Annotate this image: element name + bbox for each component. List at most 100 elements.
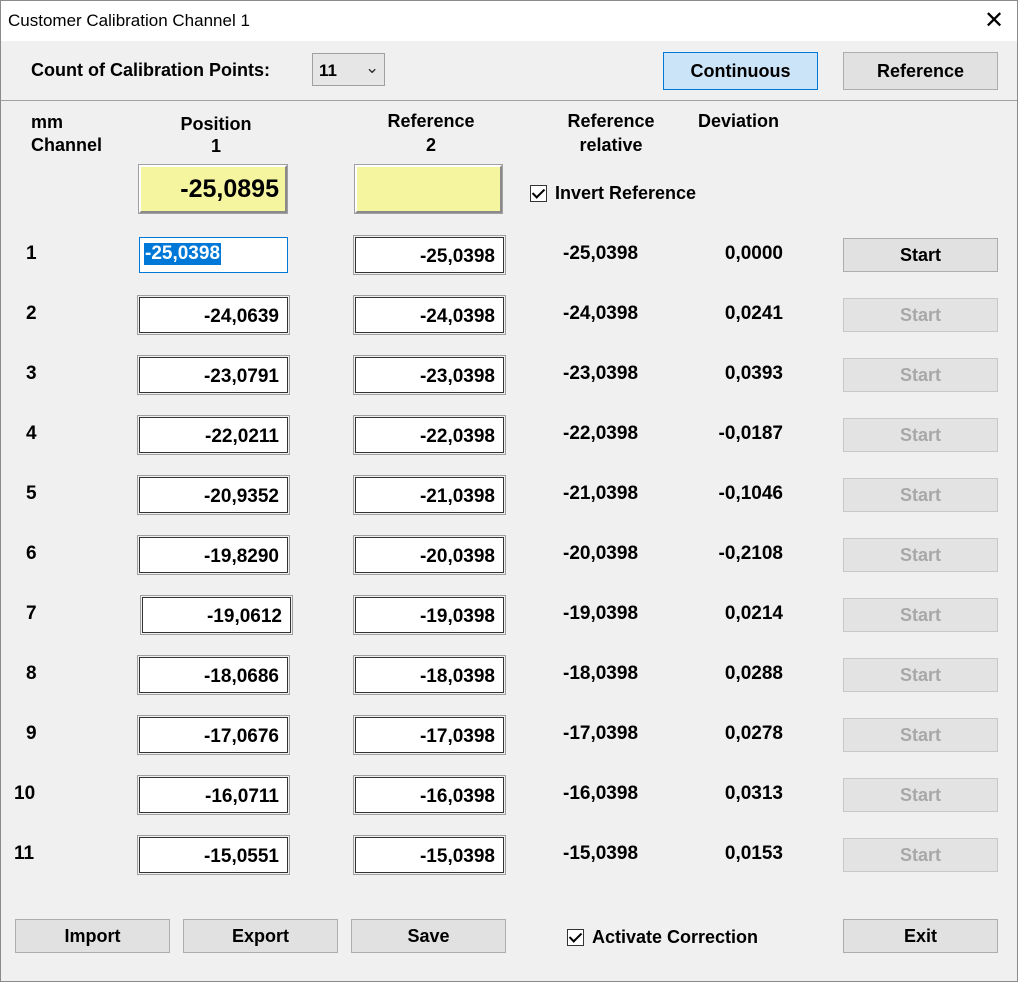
window-title: Customer Calibration Channel 1: [8, 11, 250, 30]
reference-input[interactable]: -17,0398: [353, 715, 506, 755]
reference-relative-value: -25,0398: [563, 243, 639, 264]
position-input[interactable]: -19,0612: [140, 595, 293, 635]
count-label: Count of Calibration Points:: [31, 60, 270, 80]
deviation-value: 0,0393: [724, 363, 783, 384]
reference-value: -16,0398: [419, 786, 495, 807]
header-reference: Reference: [387, 111, 475, 131]
header-position: Position: [180, 114, 252, 134]
header-position-num: 1: [210, 136, 221, 156]
reference-button[interactable]: Reference: [843, 52, 998, 90]
deviation-value: -0,0187: [718, 423, 783, 444]
position-input[interactable]: -18,0686: [137, 655, 290, 695]
position-input[interactable]: -22,0211: [137, 415, 290, 455]
row-channel-number: 9: [26, 723, 37, 744]
position-input[interactable]: -24,0639: [137, 295, 290, 335]
position-value: -20,9352: [203, 486, 279, 507]
exit-button[interactable]: Exit: [843, 919, 998, 953]
position-input[interactable]: -16,0711: [137, 775, 290, 815]
reference-relative-value: -23,0398: [563, 363, 639, 384]
start-button[interactable]: Start: [843, 778, 998, 812]
activate-correction-checkbox[interactable]: [567, 929, 584, 946]
close-icon[interactable]: ✕: [971, 1, 1017, 41]
position-value: -22,0211: [205, 426, 279, 447]
header-mm: mm: [31, 112, 64, 132]
row-channel-number: 1: [26, 243, 37, 264]
reference-relative-value: -19,0398: [563, 603, 639, 624]
chevron-down-icon: ⌄: [365, 58, 380, 77]
row-channel-number: 3: [26, 363, 37, 384]
position-input[interactable]: -19,8290: [137, 535, 290, 575]
divider: [1, 100, 1017, 101]
reference-relative-value: -21,0398: [563, 483, 639, 504]
reference-input[interactable]: -24,0398: [353, 295, 506, 335]
position-input[interactable]: -17,0676: [137, 715, 290, 755]
header-channel: Channel: [31, 135, 103, 155]
calibration-window: Customer Calibration Channel 1 ✕ Count o…: [0, 0, 1018, 982]
header-ref-relative-2: relative: [579, 135, 643, 155]
reference-relative-value: -24,0398: [563, 303, 639, 324]
invert-reference-checkbox[interactable]: [530, 185, 547, 202]
deviation-value: 0,0288: [724, 663, 783, 684]
live-reference-display: [354, 164, 503, 214]
row-channel-number: 7: [26, 603, 37, 624]
reference-value: -20,0398: [419, 546, 495, 567]
count-value: 11: [319, 61, 337, 80]
reference-input[interactable]: -19,0398: [353, 595, 506, 635]
position-value: -18,0686: [203, 666, 279, 687]
position-value: -19,8290: [203, 546, 279, 567]
start-button[interactable]: Start: [843, 538, 998, 572]
start-button[interactable]: Start: [843, 598, 998, 632]
reference-value: -23,0398: [419, 366, 495, 387]
header-deviation: Deviation: [698, 111, 780, 131]
deviation-value: -0,1046: [718, 483, 783, 504]
count-dropdown[interactable]: 11 ⌄: [312, 53, 385, 86]
position-input[interactable]: -23,0791: [137, 355, 290, 395]
reference-input[interactable]: -23,0398: [353, 355, 506, 395]
start-button[interactable]: Start: [843, 418, 998, 452]
deviation-value: 0,0241: [724, 303, 783, 324]
row-channel-number: 8: [26, 663, 37, 684]
row-channel-number: 2: [26, 303, 37, 324]
position-value: -19,0612: [206, 606, 282, 627]
reference-relative-value: -17,0398: [563, 723, 639, 744]
reference-input[interactable]: -25,0398: [353, 235, 506, 275]
position-input[interactable]: -25,0398: [139, 237, 288, 273]
position-value: -25,0398: [144, 243, 222, 265]
position-input[interactable]: -15,0551: [137, 835, 290, 875]
save-button[interactable]: Save: [351, 919, 506, 953]
export-button[interactable]: Export: [183, 919, 338, 953]
start-button[interactable]: Start: [843, 478, 998, 512]
reference-relative-value: -22,0398: [563, 423, 639, 444]
start-button[interactable]: Start: [843, 298, 998, 332]
reference-input[interactable]: -22,0398: [353, 415, 506, 455]
reference-input[interactable]: -15,0398: [353, 835, 506, 875]
row-channel-number: 4: [26, 423, 37, 444]
start-button[interactable]: Start: [843, 718, 998, 752]
deviation-value: 0,0313: [724, 783, 783, 804]
deviation-value: 0,0214: [724, 603, 783, 624]
header-ref-relative: Reference: [567, 111, 655, 131]
import-button[interactable]: Import: [15, 919, 170, 953]
start-button[interactable]: Start: [843, 838, 998, 872]
reference-value: -24,0398: [419, 306, 495, 327]
reference-value: -25,0398: [419, 246, 495, 267]
position-value: -15,0551: [203, 846, 279, 867]
start-button[interactable]: Start: [843, 238, 998, 272]
reference-input[interactable]: -16,0398: [353, 775, 506, 815]
deviation-value: 0,0153: [724, 843, 783, 864]
activate-correction-label: Activate Correction: [592, 927, 759, 947]
reference-value: -18,0398: [419, 666, 495, 687]
deviation-value: -0,2108: [718, 543, 783, 564]
live-position-value: -25,0895: [180, 175, 279, 203]
reference-value: -22,0398: [419, 426, 495, 447]
reference-input[interactable]: -21,0398: [353, 475, 506, 515]
header-reference-num: 2: [425, 135, 436, 155]
continuous-button[interactable]: Continuous: [663, 52, 818, 90]
start-button[interactable]: Start: [843, 358, 998, 392]
reference-input[interactable]: -20,0398: [353, 535, 506, 575]
position-input[interactable]: -20,9352: [137, 475, 290, 515]
reference-input[interactable]: -18,0398: [353, 655, 506, 695]
invert-reference-label: Invert Reference: [555, 183, 697, 203]
start-button[interactable]: Start: [843, 658, 998, 692]
position-value: -23,0791: [203, 366, 279, 387]
